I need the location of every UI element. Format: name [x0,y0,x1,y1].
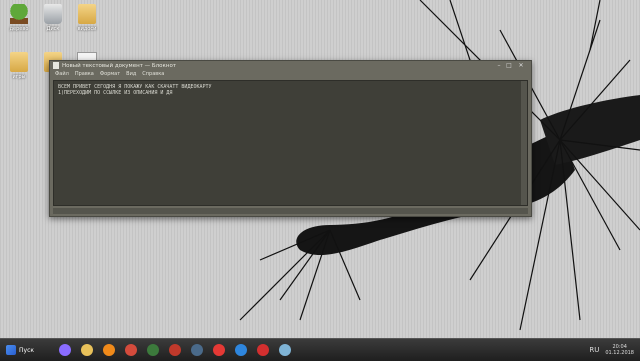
menu-view[interactable]: Вид [126,71,136,77]
folder-icon [78,4,96,24]
taskbar-app-button[interactable] [231,341,251,359]
menu-format[interactable]: Формат [100,71,120,77]
system-tray: RU 20:04 01.12.2018 [589,344,640,356]
minimize-icon: – [497,62,501,69]
steam-icon [191,344,203,356]
menu-bar: Файл Правка Формат Вид Справка [50,70,531,77]
window-title: Новый текстовый документ — Блокнот [62,62,177,69]
taskbar-app-button[interactable] [77,341,97,359]
explorer-icon [81,344,93,356]
taskbar-app-button[interactable] [99,341,119,359]
maximize-icon: □ [506,62,512,69]
desktop-icon-label: дерево [9,26,29,32]
taskbar-app-button[interactable] [253,341,273,359]
notepad-app-icon [53,62,59,69]
taskbar-app-button[interactable] [143,341,163,359]
text-editor-area[interactable]: ВСЕМ ПРИВЕТ СЕГОДНЯ Я ПОКАЖУ КАК СКАЧАТТ… [53,80,528,206]
taskbar-app-button[interactable] [209,341,229,359]
close-icon: ✕ [518,62,524,69]
desktop-icon-label: игры [12,74,26,80]
chrome-icon [125,344,137,356]
close-button[interactable]: ✕ [514,62,528,70]
maximize-button[interactable]: □ [504,62,514,70]
window-titlebar[interactable]: Новый текстовый документ — Блокнот – □ ✕ [50,61,531,70]
start-label: Пуск [19,346,34,354]
ccleaner-icon [235,344,247,356]
yandex-icon [213,344,225,356]
vertical-scrollbar[interactable] [521,81,527,205]
menu-edit[interactable]: Правка [75,71,94,77]
taskbar-app-button[interactable] [121,341,141,359]
desktop-icon-tree[interactable]: дерево [4,4,34,32]
windows-start-icon [6,345,16,355]
desktop-icon-recycle-bin[interactable]: Диск [38,4,68,32]
taskbar: Пуск RU 20:04 01.12.2018 [0,338,640,361]
notepad-icon [279,344,291,356]
desktop-icon-label: Диск [46,26,60,32]
media-icon [169,344,181,356]
start-button[interactable]: Пуск [0,339,40,361]
taskbar-app-button[interactable] [187,341,207,359]
desktop-icon-games[interactable]: игры [4,52,34,80]
vlc-icon [103,344,115,356]
menu-help[interactable]: Справка [142,71,164,77]
taskbar-app-button[interactable] [275,341,295,359]
terminal-icon [147,344,159,356]
clock[interactable]: 20:04 01.12.2018 [605,344,634,356]
language-indicator[interactable]: RU [589,346,599,354]
taskbar-app-button[interactable] [165,341,185,359]
record-icon [257,344,269,356]
desktop-icon-label: видоси [77,26,97,32]
folder-icon [10,52,28,72]
desktop-icon-videos[interactable]: видоси [72,4,102,32]
menu-file[interactable]: Файл [55,71,69,77]
horizontal-scrollbar[interactable] [53,208,528,214]
text-line: 1)ПЕРЕХОДИМ ПО ССЫЛКЕ ИЗ ОПИСАНИЯ И ДЯ [58,90,173,96]
clock-date: 01.12.2018 [605,350,634,356]
recycle-bin-icon [44,4,62,24]
taskbar-app-button[interactable] [55,341,75,359]
cortana-icon [59,344,71,356]
notepad-window[interactable]: Новый текстовый документ — Блокнот – □ ✕… [49,60,532,217]
tree-icon [10,4,28,24]
minimize-button[interactable]: – [494,62,504,70]
